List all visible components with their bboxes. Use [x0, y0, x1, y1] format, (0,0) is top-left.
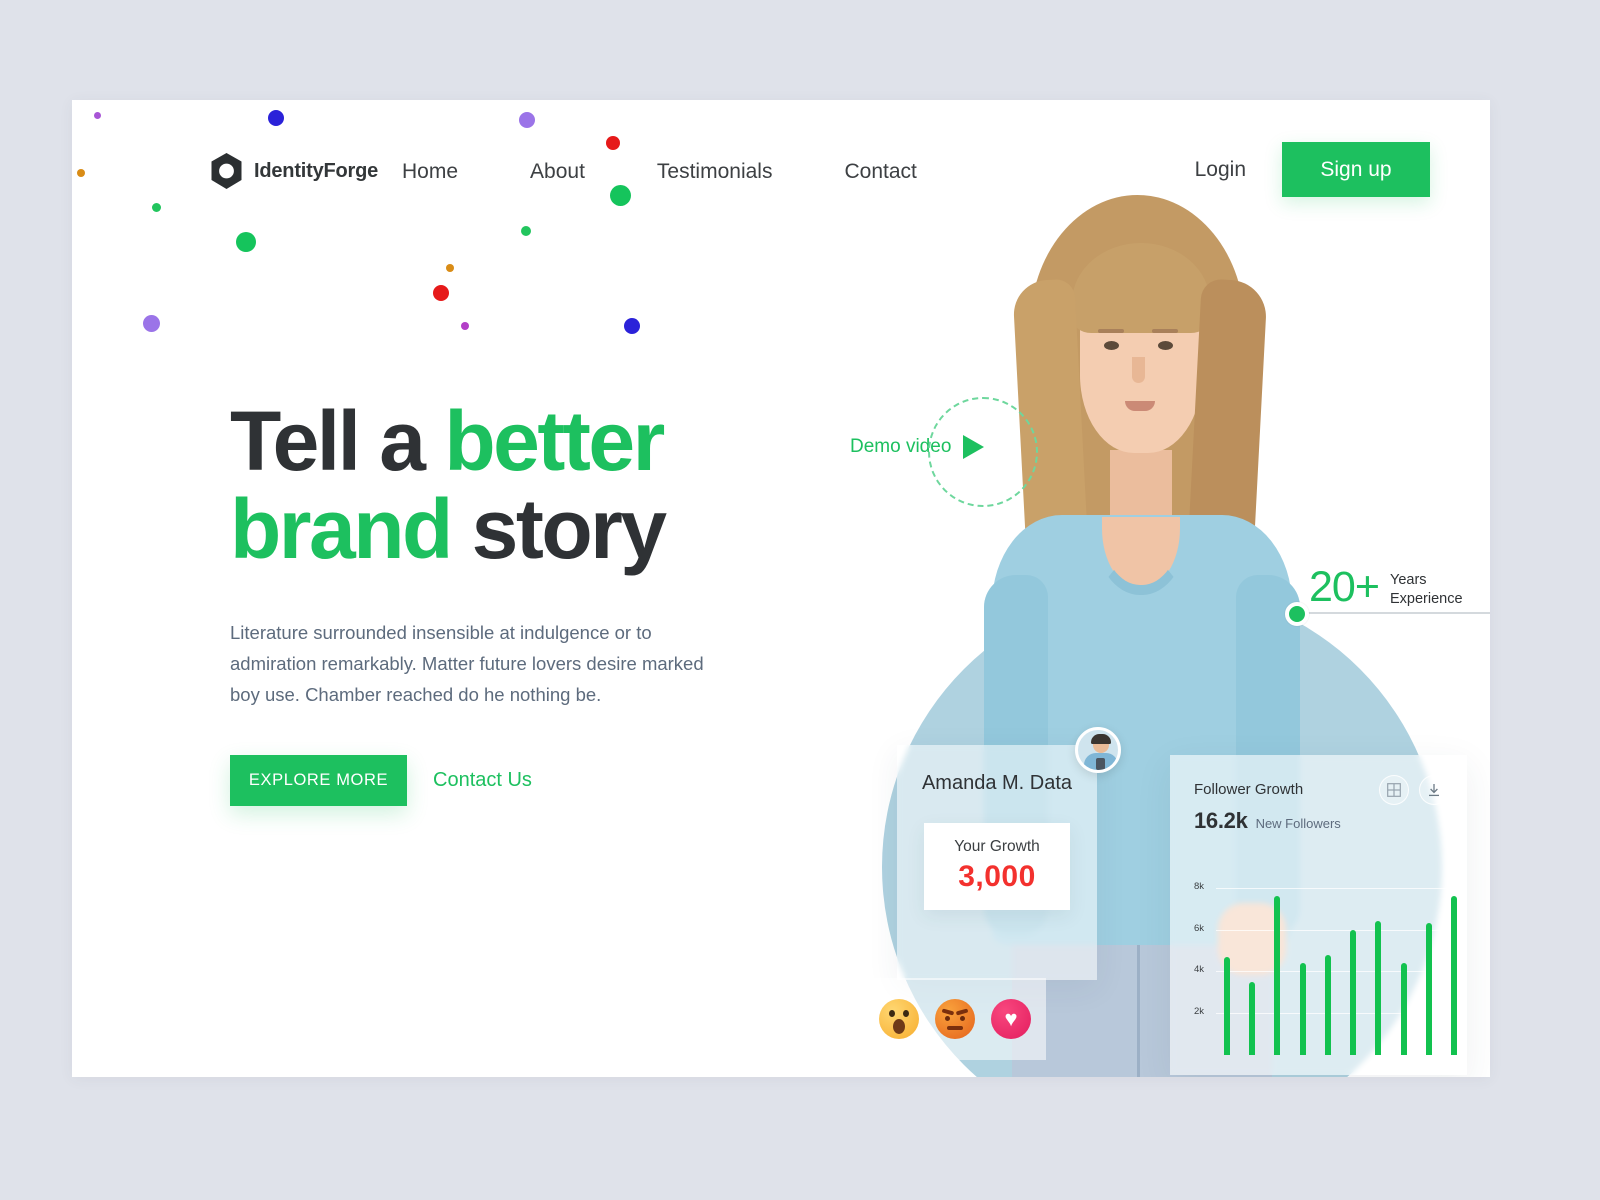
decorative-dot [461, 322, 469, 330]
avatar-hair [1091, 734, 1111, 744]
portrait-nose [1132, 357, 1145, 383]
angry-mouth [947, 1026, 963, 1030]
chart-bar [1274, 896, 1281, 1055]
chart-bar [1324, 954, 1331, 1055]
chart-y-tick-label: 2k [1194, 1006, 1205, 1018]
amanda-name: Amanda M. Data [921, 772, 1073, 794]
portrait-jeans-seam [1137, 945, 1140, 1077]
angry-eye-right [960, 1016, 965, 1021]
chart-stat-label: New Followers [1255, 816, 1341, 831]
nav-right-actions: Login Sign up [1195, 142, 1430, 197]
landing-page-card: IdentityForge Home About Testimonials Co… [72, 100, 1490, 1077]
portrait-brow-right [1152, 329, 1178, 333]
avatar-phone [1096, 758, 1105, 770]
chart-stat-number: 16.2k [1194, 808, 1248, 833]
chart-bar [1375, 921, 1382, 1055]
download-glyph [1429, 784, 1439, 797]
nav-link-contact[interactable]: Contact [808, 160, 952, 184]
your-growth-box: Your Growth 3,000 [924, 822, 1070, 910]
chart-bar [1425, 923, 1432, 1055]
page-title: Tell a better brand story [230, 399, 830, 571]
decorative-dot [433, 285, 449, 301]
nav-links: Home About Testimonials Contact [402, 160, 953, 184]
chart-bar [1249, 981, 1256, 1055]
chart-bar [1350, 929, 1357, 1055]
your-growth-label: Your Growth [954, 838, 1040, 856]
grid-view-glyph [1387, 783, 1401, 797]
chart-y-tick-label: 8k [1194, 880, 1205, 892]
angry-brow-right [955, 1008, 969, 1016]
nav-link-about[interactable]: About [494, 160, 621, 184]
nav-link-testimonials[interactable]: Testimonials [621, 160, 809, 184]
headline-part-story: story [450, 482, 667, 577]
demo-video-button[interactable]: Demo video [850, 397, 1038, 507]
chart-bar [1299, 963, 1306, 1055]
wow-emoji-icon[interactable] [879, 999, 919, 1039]
navbar: IdentityForge Home About Testimonials Co… [72, 100, 1490, 230]
wow-mouth [893, 1019, 905, 1034]
nav-link-home[interactable]: Home [402, 160, 494, 184]
angry-emoji-icon[interactable] [935, 999, 975, 1039]
angry-brow-left [941, 1008, 955, 1016]
play-triangle-icon [963, 435, 985, 459]
reactions-bar: ♥ [864, 978, 1046, 1060]
chart-y-tick-label: 6k [1194, 922, 1205, 934]
headline-line-1: Tell a better [230, 399, 830, 483]
wow-eye-right [903, 1010, 909, 1017]
portrait-brow-left [1098, 329, 1124, 333]
download-icon[interactable] [1419, 775, 1449, 805]
wow-eye-left [889, 1010, 895, 1017]
hero-actions: EXPLORE MORE Contact Us [230, 754, 830, 806]
chart-plot-area: 8k 6k 4k 2k [1194, 867, 1459, 1055]
signup-button[interactable]: Sign up [1282, 142, 1430, 197]
heart-icon: ♥ [1004, 1006, 1018, 1031]
decorative-dot [624, 318, 640, 334]
follower-growth-card: Follower Growth 16.2k New Followers 8k 6… [1170, 755, 1467, 1075]
experience-caption: Years Experience [1390, 572, 1463, 607]
chart-actions [1379, 775, 1449, 805]
user-avatar-icon[interactable] [1075, 727, 1121, 773]
amanda-data-card: Amanda M. Data Your Growth 3,000 [897, 727, 1121, 980]
chart-y-tick-label: 4k [1194, 964, 1205, 976]
love-emoji-icon[interactable]: ♥ [991, 999, 1031, 1039]
experience-badge-dot [1285, 602, 1309, 626]
chart-bar [1450, 896, 1457, 1055]
hero-paragraph: Literature surrounded insensible at indu… [230, 621, 704, 705]
experience-number: 20+ [1309, 563, 1380, 611]
chart-bar [1224, 956, 1230, 1055]
headline-part-tell-a: Tell a [230, 394, 445, 488]
experience-badge-line [1297, 612, 1490, 614]
headline-part-brand: brand [230, 482, 453, 577]
chart-header: Follower Growth [1170, 755, 1467, 805]
headline-part-better: better [444, 394, 665, 488]
contact-us-link[interactable]: Contact Us [433, 769, 532, 792]
chart-bar [1400, 963, 1407, 1055]
portrait-eye-left [1104, 341, 1119, 350]
decorative-dot [236, 232, 256, 252]
chart-bars [1224, 867, 1457, 1055]
your-growth-value: 3,000 [958, 860, 1036, 894]
portrait-eye-right [1158, 341, 1173, 350]
decorative-dot [446, 264, 454, 272]
hexagon-logo-icon [211, 153, 242, 189]
headline-line-2: brand story [230, 487, 830, 571]
login-link[interactable]: Login [1195, 158, 1246, 182]
hero-text-block: Tell a better brand story Literature sur… [230, 399, 830, 806]
decorative-dot [143, 315, 160, 332]
angry-eye-left [945, 1016, 950, 1021]
brand-name: IdentityForge [254, 159, 379, 182]
grid-view-icon[interactable] [1379, 775, 1409, 805]
explore-more-button[interactable]: EXPLORE MORE [230, 754, 407, 806]
brand-logo[interactable]: IdentityForge [210, 153, 378, 189]
